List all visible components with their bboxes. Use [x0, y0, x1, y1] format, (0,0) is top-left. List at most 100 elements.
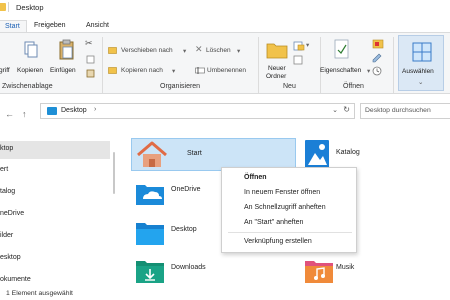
file-name: OneDrive [171, 186, 201, 193]
navigation-pane: ktop ert talog neDrive ilder esktop okum… [0, 133, 115, 288]
menu-item-pin-to-start[interactable]: An "Start" anheften [244, 219, 303, 226]
properties-button[interactable]: Eigenschaften [320, 67, 361, 74]
sidebar-item-start[interactable]: ert [0, 162, 110, 180]
new-folder-label-line1[interactable]: Neuer [268, 65, 286, 72]
title-divider [8, 2, 9, 12]
list-item[interactable]: Musik [300, 255, 400, 288]
menu-item-pin-quick-access[interactable]: An Schnellzugriff anheften [244, 204, 326, 211]
sidebar-item-bilder[interactable]: ilder [0, 228, 110, 246]
file-name: Start [187, 150, 202, 157]
status-text: 1 Element ausgewählt [6, 290, 73, 297]
ribbon-divider [393, 37, 394, 93]
ribbon-tabs: Start Freigeben Ansicht [0, 18, 450, 32]
downloads-icon [136, 261, 164, 283]
image-icon [305, 140, 329, 168]
group-label-open: Öffnen [343, 83, 364, 90]
tab-freigeben[interactable]: Freigeben [28, 20, 72, 32]
copy-icon[interactable] [24, 41, 38, 59]
sidebar-item-label: ktop [0, 145, 14, 152]
group-label-clipboard: Zwischenablage [2, 83, 53, 90]
onedrive-folder-icon [136, 185, 164, 205]
chevron-down-icon[interactable]: ▾ [306, 41, 309, 49]
menu-divider [228, 232, 352, 233]
address-bar[interactable]: Desktop › ⌄ ↻ [40, 103, 355, 119]
status-bar: 1 Element ausgewählt [0, 288, 450, 300]
chevron-down-icon[interactable]: ▾ [237, 47, 240, 55]
back-icon[interactable]: ← [5, 109, 14, 119]
pin-button-label[interactable]: griff [0, 67, 10, 74]
new-folder-icon[interactable] [266, 39, 288, 59]
file-name: Desktop [171, 226, 197, 233]
context-menu: Öffnen In neuem Fenster öffnen An Schnel… [221, 167, 357, 253]
move-to-button[interactable]: Verschieben nach [121, 47, 173, 54]
ribbon: griff Kopieren Einfügen ✂ Zwischenablage… [0, 32, 450, 94]
sidebar-item-onedrive[interactable]: neDrive [0, 206, 110, 224]
ribbon-divider [102, 37, 103, 93]
paste-button[interactable]: Einfügen [50, 67, 76, 74]
chevron-down-icon[interactable]: ▾ [172, 67, 175, 75]
chevron-down-icon[interactable]: ▾ [183, 47, 186, 55]
file-name: Musik [336, 264, 355, 271]
edit-icon[interactable] [372, 53, 382, 63]
chevron-right-icon[interactable]: › [94, 106, 96, 113]
copy-path-icon[interactable] [86, 55, 95, 64]
menu-item-open-new-window[interactable]: In neuem Fenster öffnen [244, 189, 320, 196]
paste-icon[interactable] [59, 39, 75, 61]
rename-icon[interactable] [195, 66, 205, 75]
copy-button[interactable]: Kopieren [17, 67, 43, 74]
folder-icon [0, 3, 6, 11]
tab-start[interactable]: Start [0, 20, 27, 32]
select-button-label: Auswählen [402, 68, 434, 75]
open-icon[interactable] [372, 39, 384, 49]
sidebar-item-katalog[interactable]: talog [0, 184, 110, 202]
search-input[interactable]: Desktop durchsuchen [360, 103, 450, 119]
properties-icon[interactable] [334, 39, 350, 61]
tab-ansicht[interactable]: Ansicht [80, 20, 115, 32]
sidebar-item-desktop[interactable]: ktop [0, 141, 110, 159]
sidebar-item-label: talog [0, 188, 16, 195]
desktop-folder-icon [136, 223, 164, 245]
history-icon[interactable] [372, 66, 382, 76]
paste-shortcut-icon[interactable] [86, 69, 95, 78]
music-icon [305, 261, 333, 283]
copy-to-icon[interactable] [108, 66, 118, 75]
file-name: Katalog [336, 149, 360, 156]
list-item[interactable]: Downloads [131, 255, 231, 288]
desktop-folder-icon [47, 107, 57, 115]
sidebar-item-label: ert [0, 166, 9, 173]
chevron-down-icon[interactable]: ⌄ [332, 106, 338, 114]
select-all-icon [412, 42, 432, 62]
group-label-new: Neu [283, 83, 296, 90]
up-icon[interactable]: ↑ [22, 109, 27, 119]
menu-item-open[interactable]: Öffnen [244, 174, 267, 181]
rename-button[interactable]: Umbenennen [207, 67, 246, 74]
sidebar-item-label: ilder [0, 232, 14, 239]
easy-access-icon[interactable] [293, 55, 303, 65]
select-button[interactable]: Auswählen ⌄ [398, 35, 444, 91]
sidebar-item-desktop-folder[interactable]: esktop [0, 250, 110, 268]
list-item[interactable]: Desktop [131, 217, 231, 250]
sidebar-scrollbar[interactable] [113, 152, 115, 194]
ribbon-divider [258, 37, 259, 93]
address-row: ← ↑ Desktop › ⌄ ↻ Desktop durchsuchen [0, 95, 450, 133]
delete-button[interactable]: Löschen [206, 47, 231, 54]
group-label-organize: Organisieren [160, 83, 201, 90]
cut-icon[interactable]: ✂ [85, 38, 93, 49]
sidebar-item-label: neDrive [0, 210, 25, 217]
address-path[interactable]: Desktop [61, 107, 87, 114]
title-bar: Desktop [0, 0, 450, 18]
move-to-icon[interactable] [108, 46, 118, 55]
delete-icon[interactable]: ✕ [195, 44, 203, 55]
refresh-icon[interactable]: ↻ [343, 105, 350, 114]
list-item[interactable]: OneDrive [131, 177, 231, 210]
home-icon [137, 141, 167, 167]
chevron-down-icon[interactable]: ▾ [367, 67, 370, 75]
new-item-icon[interactable] [293, 41, 305, 51]
search-placeholder: Desktop durchsuchen [365, 107, 431, 114]
menu-item-create-shortcut[interactable]: Verknüpfung erstellen [244, 238, 312, 245]
copy-to-button[interactable]: Kopieren nach [121, 67, 163, 74]
sidebar-item-label: esktop [0, 254, 21, 261]
new-folder-label-line2[interactable]: Ordner [266, 73, 286, 80]
window-title: Desktop [16, 3, 44, 12]
file-name: Downloads [171, 264, 206, 271]
